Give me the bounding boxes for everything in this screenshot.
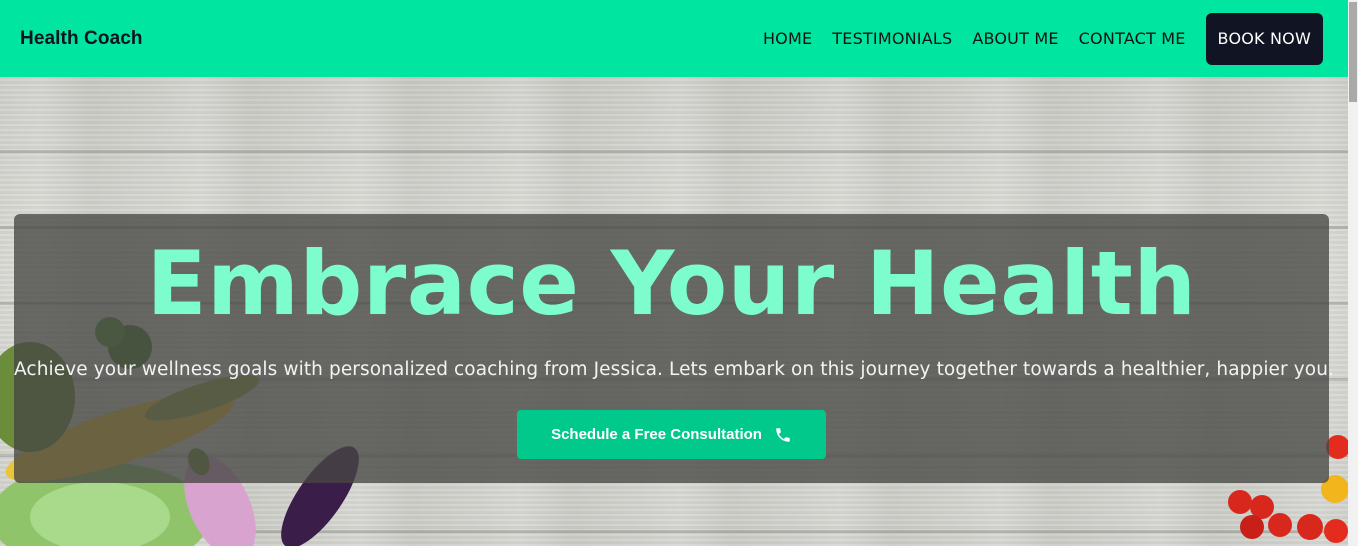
hero-overlay: Embrace Your Health Achieve your wellnes…	[14, 214, 1335, 483]
brand-logo[interactable]: Health Coach	[20, 28, 143, 50]
hero-subtitle: Achieve your wellness goals with persona…	[14, 359, 1335, 380]
nav-link-testimonials[interactable]: TESTIMONIALS	[832, 29, 952, 48]
nav-links: HOME TESTIMONIALS ABOUT ME CONTACT ME BO…	[743, 12, 1323, 65]
book-now-button[interactable]: BOOK NOW	[1205, 12, 1323, 65]
hero-section: Embrace Your Health Achieve your wellnes…	[0, 77, 1348, 546]
scrollbar-thumb[interactable]	[1349, 2, 1357, 102]
hero-title: Embrace Your Health	[146, 232, 1197, 335]
cta-label: Schedule a Free Consultation	[551, 426, 762, 443]
navbar: Health Coach HOME TESTIMONIALS ABOUT ME …	[0, 0, 1348, 77]
nav-link-about-me[interactable]: ABOUT ME	[972, 29, 1058, 48]
phone-icon	[774, 426, 792, 444]
nav-link-contact-me[interactable]: CONTACT ME	[1079, 29, 1186, 48]
page-scrollbar[interactable]	[1348, 0, 1358, 546]
nav-link-home[interactable]: HOME	[763, 29, 812, 48]
schedule-consultation-button[interactable]: Schedule a Free Consultation	[517, 410, 826, 459]
